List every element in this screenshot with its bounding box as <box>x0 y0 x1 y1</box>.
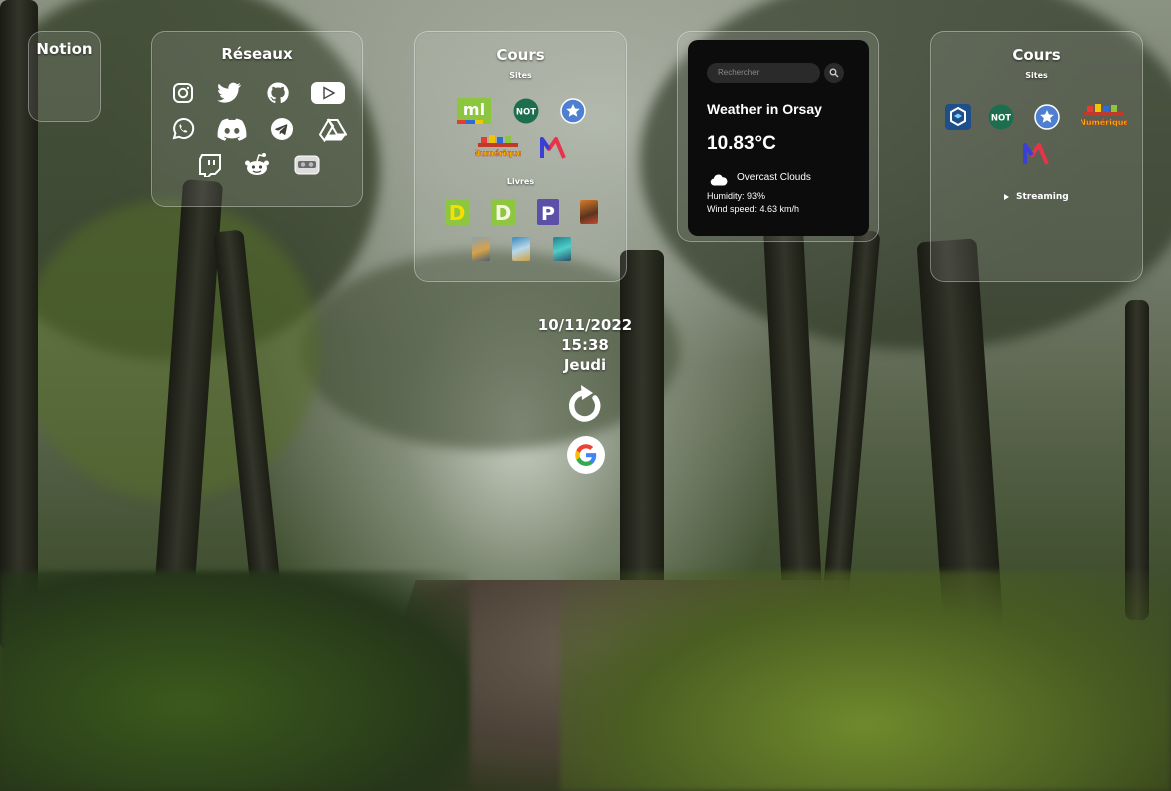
twitter-icon[interactable] <box>217 82 243 104</box>
ml-icon[interactable]: ml <box>457 98 491 124</box>
d-book-icon[interactable]: D <box>445 199 469 225</box>
google-icon[interactable] <box>566 435 606 475</box>
svg-text:D: D <box>495 201 512 225</box>
livres-label: Livres <box>506 177 535 186</box>
whatsapp-icon[interactable] <box>171 117 195 141</box>
cours-panel-right: Cours Sites NOT Numérique <box>930 31 1143 282</box>
streaming-toggle[interactable]: Streaming <box>1004 192 1069 202</box>
discord-icon[interactable] <box>216 117 248 141</box>
svg-text:ml: ml <box>463 100 485 119</box>
cloud-icon <box>710 171 728 190</box>
m-logo-icon-right[interactable] <box>1022 139 1050 167</box>
cours-title: Cours <box>496 46 545 64</box>
svg-text:D: D <box>449 201 466 225</box>
svg-text:Numérique: Numérique <box>475 148 521 158</box>
book-cover-icon[interactable] <box>580 200 598 224</box>
numerique-icon[interactable]: Numérique <box>475 135 521 159</box>
reseaux-title: Réseaux <box>221 45 293 63</box>
streaming-label: Streaming <box>1016 192 1069 202</box>
book-cover-icon-3[interactable] <box>512 237 530 261</box>
d-book-icon-2[interactable]: D <box>491 199 515 225</box>
p-book-icon[interactable]: P <box>537 199 559 225</box>
notion-title: Notion <box>36 40 93 58</box>
vr-headset-icon[interactable] <box>293 153 321 177</box>
book-cover-icon-4[interactable] <box>553 237 571 261</box>
svg-text:NOT: NOT <box>516 108 536 118</box>
google-drive-icon[interactable] <box>319 118 347 142</box>
m-logo-icon[interactable] <box>539 133 567 161</box>
reddit-icon[interactable] <box>243 152 271 178</box>
sites-label: Sites <box>509 71 532 80</box>
blue-cube-icon[interactable] <box>945 104 971 130</box>
weather-temperature: 10.83°C <box>707 133 776 154</box>
notion-panel[interactable]: Notion <box>28 31 101 122</box>
svg-text:NOT: NOT <box>991 114 1011 124</box>
clock-date: 10/11/2022 <box>537 316 633 334</box>
telegram-icon[interactable] <box>270 117 294 141</box>
weather-title: Weather in Orsay <box>707 101 822 117</box>
twitch-icon[interactable] <box>198 153 222 177</box>
weather-wind: Wind speed: 4.63 km/h <box>707 204 800 214</box>
star-icon-right[interactable] <box>1034 104 1060 130</box>
not-icon-right[interactable]: NOT <box>988 104 1014 130</box>
numerique-icon-right[interactable]: Numérique <box>1081 104 1127 128</box>
clock-day: Jeudi <box>563 356 607 374</box>
cours-title-right: Cours <box>1012 46 1061 64</box>
svg-text:Numérique: Numérique <box>1081 117 1127 127</box>
github-icon[interactable] <box>266 81 290 105</box>
instagram-icon[interactable] <box>172 82 194 104</box>
weather-search-input[interactable]: Rechercher <box>707 63 820 83</box>
weather-search-button[interactable] <box>824 63 844 83</box>
not-icon[interactable]: NOT <box>513 98 539 124</box>
sites-label-right: Sites <box>1025 71 1048 80</box>
youtube-icon[interactable] <box>310 81 346 105</box>
star-icon[interactable] <box>560 98 586 124</box>
weather-description: Overcast Clouds <box>737 172 811 183</box>
reseaux-panel: Réseaux <box>151 31 363 207</box>
cours-panel-left: Cours Sites ml NOT Numérique Livres D D … <box>414 31 627 282</box>
weather-humidity: Humidity: 93% <box>707 191 766 201</box>
search-icon <box>829 68 839 78</box>
clock-time: 15:38 <box>561 336 609 354</box>
refresh-icon[interactable] <box>565 382 607 426</box>
book-cover-icon-2[interactable] <box>472 237 490 261</box>
disclosure-triangle-icon <box>1004 194 1009 200</box>
svg-text:P: P <box>541 203 555 225</box>
